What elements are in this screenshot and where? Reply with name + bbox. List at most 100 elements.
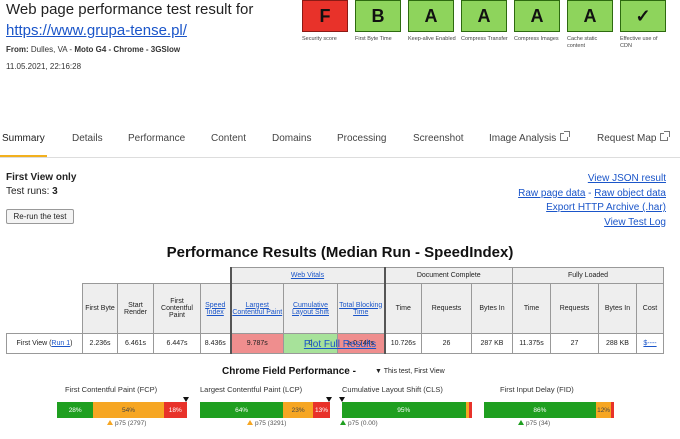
export-har-link[interactable]: Export HTTP Archive (.har) [546, 202, 666, 213]
test-runs-value: 3 [52, 186, 58, 197]
speed-index-link[interactable]: Speed Index [205, 302, 225, 316]
performance-results-title: Performance Results (Median Run - SpeedI… [166, 244, 514, 261]
view-mode: First View only [6, 172, 77, 183]
col-full-bytes: Bytes In [598, 283, 637, 334]
tab-performance[interactable]: Performance [128, 133, 185, 144]
view-test-log-link[interactable]: View Test Log [604, 217, 666, 228]
p75-value: p75 (34) [526, 420, 551, 427]
grade-first-byte[interactable]: B First Byte Time [355, 0, 408, 50]
grade-security[interactable]: F Security score [302, 0, 355, 50]
page-title: Web page performance test result for [6, 1, 254, 18]
col-fcp: First Contentful Paint [153, 283, 201, 334]
tab-request-map-label: Request Map [597, 133, 657, 144]
p75-arrow-icon [340, 420, 346, 425]
from-prefix: From: [6, 45, 31, 54]
field-metric-label: Cumulative Layout Shift (CLS) [342, 385, 443, 394]
external-link-icon [560, 131, 571, 141]
tab-screenshot[interactable]: Screenshot [413, 133, 464, 144]
grade-keep-alive-box[interactable]: A [408, 0, 454, 32]
this-test-marker [326, 397, 332, 402]
chrome-field-title: Chrome Field Performance - [222, 366, 356, 377]
field-metric-fid: First Input Delay (FID) 86% 12% p75 (34) [484, 385, 616, 427]
segment-poor [611, 402, 614, 418]
grade-compress-images[interactable]: A Compress Images [514, 0, 567, 50]
segment-good: 86% [484, 402, 596, 418]
tested-url-link[interactable]: https://www.grupa-tense.pl/ [6, 21, 187, 40]
col-doc-bytes: Bytes In [471, 283, 513, 334]
p75-arrow-icon [518, 420, 524, 425]
web-vitals-link[interactable]: Web Vitals [291, 272, 324, 279]
grade-compress-images-label: Compress Images [514, 36, 559, 42]
field-metric-label: First Input Delay (FID) [500, 385, 574, 394]
field-metric-fcp: First Contentful Paint (FCP) 28% 54% 18%… [57, 385, 189, 427]
segment-needs-improvement: 23% [283, 402, 314, 418]
raw-object-data-link[interactable]: Raw object data [594, 188, 666, 199]
col-doc-time: Time [384, 283, 422, 334]
tab-content[interactable]: Content [211, 133, 246, 144]
tab-request-map[interactable]: Request Map [597, 131, 671, 144]
grade-cdn-box[interactable]: ✓ [620, 0, 666, 32]
this-test-marker [339, 397, 345, 402]
web-vitals-group: Web Vitals [229, 267, 386, 284]
view-json-link[interactable]: View JSON result [588, 173, 666, 184]
this-test-marker [183, 397, 189, 402]
col-doc-requests: Requests [421, 283, 472, 334]
grade-cache-static-box[interactable]: A [567, 0, 613, 32]
grade-compress-transfer[interactable]: A Compress Transfer [461, 0, 514, 50]
field-metric-lcp: Largest Contentful Paint (LCP) 64% 23% 1… [200, 385, 332, 427]
active-tab-indicator [0, 155, 47, 157]
grade-compress-transfer-box[interactable]: A [461, 0, 507, 32]
rerun-test-button[interactable]: Re-run the test [6, 209, 74, 224]
result-tabs: Summary Details Performance Content Doma… [0, 124, 680, 158]
from-device: Moto G4 - Chrome - 3GSlow [74, 45, 181, 54]
test-runs-label: Test runs: [6, 186, 50, 197]
field-metric-label: First Contentful Paint (FCP) [65, 385, 158, 394]
distribution-bar: 95% [342, 402, 472, 418]
grade-security-box[interactable]: F [302, 0, 348, 32]
p75-value: p75 (3291) [255, 420, 287, 427]
grade-cdn-label: Effective use of CDN [620, 36, 658, 49]
segment-needs-improvement: 54% [93, 402, 164, 418]
segment-good: 28% [57, 402, 94, 418]
lcp-link[interactable]: Largest Contentful Paint [232, 302, 282, 316]
p75-value: p75 (2797) [115, 420, 147, 427]
distribution-bar: 28% 54% 18% [57, 402, 187, 418]
test-date: 11.05.2021, 22:16:28 [6, 62, 82, 71]
cls-link[interactable]: Cumulative Layout Shift [292, 302, 329, 316]
distribution-bar: 86% 12% [484, 402, 614, 418]
tab-details[interactable]: Details [72, 133, 103, 144]
p75-indicator: p75 (0.00) [340, 420, 378, 427]
grade-compress-transfer-label: Compress Transfer [461, 36, 508, 42]
grade-first-byte-label: First Byte Time [355, 36, 392, 42]
chrome-field-subtitle: ▼ This test, First View [375, 368, 445, 375]
test-runs: Test runs: 3 [6, 186, 58, 197]
segment-needs-improvement: 12% [595, 402, 612, 418]
grade-compress-images-box[interactable]: A [514, 0, 560, 32]
external-link-icon [660, 131, 671, 141]
col-tbt: Total Blocking Time [337, 283, 386, 334]
grade-first-byte-box[interactable]: B [355, 0, 401, 32]
grade-keep-alive[interactable]: A Keep-alive Enabled [408, 0, 461, 50]
col-full-time: Time [512, 283, 551, 334]
plot-full-results-link[interactable]: Plot Full Results [0, 339, 680, 350]
segment-poor: 18% [163, 402, 187, 418]
document-complete-group: Document Complete [384, 267, 513, 284]
tab-image-analysis[interactable]: Image Analysis [489, 131, 571, 144]
tab-domains[interactable]: Domains [272, 133, 311, 144]
grade-cache-static[interactable]: A Cache static content [567, 0, 620, 50]
tab-processing[interactable]: Processing [337, 133, 386, 144]
field-metric-cls: Cumulative Layout Shift (CLS) 95% p75 (0… [339, 385, 474, 427]
segment-good: 95% [342, 402, 466, 418]
p75-arrow-icon [107, 420, 113, 425]
from-location: Dulles, VA [30, 45, 68, 54]
raw-page-data-link[interactable]: Raw page data [518, 188, 585, 199]
grade-cdn[interactable]: ✓ Effective use of CDN [620, 0, 673, 50]
export-links: View JSON result Raw page data - Raw obj… [518, 172, 666, 230]
tab-summary[interactable]: Summary [2, 133, 45, 144]
grade-security-label: Security score [302, 36, 337, 42]
col-full-requests: Requests [550, 283, 599, 334]
col-first-byte: First Byte [82, 283, 118, 334]
p75-indicator: p75 (34) [518, 420, 550, 427]
p75-value: p75 (0.00) [348, 420, 378, 427]
tbt-link[interactable]: Total Blocking Time [339, 302, 382, 316]
